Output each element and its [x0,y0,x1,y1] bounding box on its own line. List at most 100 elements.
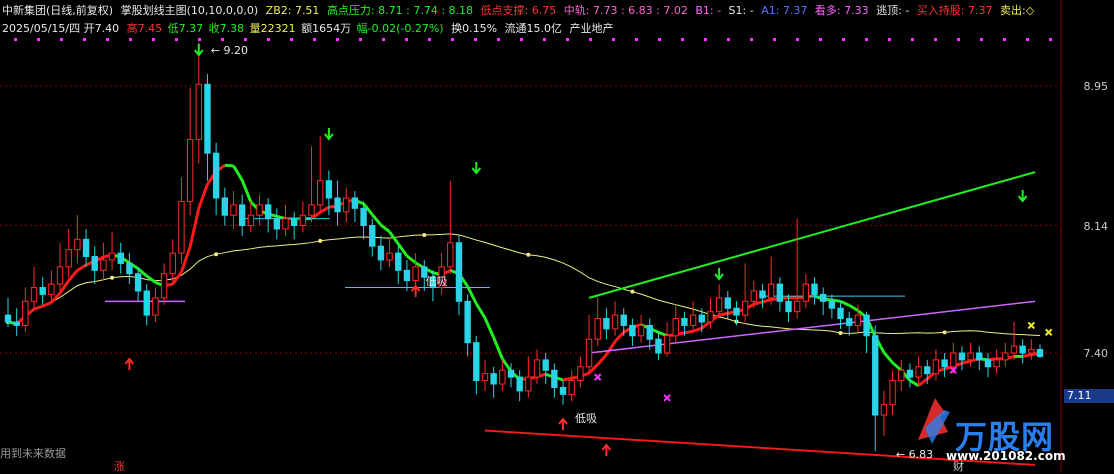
ma-rising-segment [67,269,79,282]
signal-dot [888,38,891,41]
signal-x-icon [1027,321,1036,330]
ma-falling-segment [882,351,894,364]
candle-body [91,256,98,271]
candle-body [48,283,55,295]
signal-dot [451,38,454,41]
ma-falling-segment [492,336,504,360]
candle-body [551,369,558,388]
long-ma-dot [214,252,219,257]
candle-body [499,369,506,385]
ma-falling-segment [848,304,859,312]
candle-body [585,338,593,368]
candle-body [4,314,12,323]
low-buy-label: 低吸 [426,275,448,288]
ma-falling-segment [475,302,487,319]
candle-body [820,293,827,302]
candle-body [637,324,645,337]
candle-body [360,207,367,227]
signal-dot [267,38,270,41]
ma-falling-segment [501,357,513,373]
quote-open: 开7.40 [83,22,120,35]
candle-body [317,180,324,206]
ma-rising-segment [753,300,763,306]
candle-body [369,225,376,247]
sell-arrow-icon [324,128,334,141]
sell-arrow-icon [1017,190,1028,203]
candle-body [872,335,879,416]
candle-body [230,204,237,216]
signal-x-icon [663,394,671,402]
quote-header: 2025/05/15/四 开7.40 高7.45 低7.37 收7.38 量22… [2,20,618,36]
candle-body [403,269,411,282]
candle-body [724,297,731,309]
candle-body [351,197,359,209]
candle-body [984,359,992,368]
candle-body [343,197,350,213]
ma-rising-segment [562,376,572,382]
signal-dot [198,38,201,41]
signal-dot [589,38,592,41]
candle-body [490,373,497,385]
signal-dot [796,38,799,41]
mid-track-values: 7.73 : 6.83 : 7.02 [592,4,688,17]
candle-body [1002,352,1009,361]
signal-dot [290,38,293,41]
candle-body [559,386,567,395]
signal-dot [474,38,477,41]
long-ma-dot [630,289,635,294]
signal-dot [681,38,684,41]
candle-body [126,262,133,275]
candle-body [299,214,307,227]
signal-dot [359,38,362,41]
mid-track-label: 中轨: [563,4,590,17]
indicator-header: 中新集团(日线,前复权) 掌股划线主图(10,10,0,0,0) ZB2: 7.… [2,2,1038,18]
candle-body [30,287,38,302]
long-ma-dot [110,275,115,280]
candle-body [386,252,393,261]
candle-body [1036,349,1044,357]
candle-body [169,252,176,275]
candle-body [212,152,220,199]
candle-body [22,300,29,326]
candle-body [195,83,202,140]
quote-low: 低7.37 [167,22,204,35]
candle-body [325,180,333,199]
signal-dot [543,38,546,41]
stock-name: 中新集团(日线,前复权) [2,4,114,17]
quote-date: 2025/05/15/四 [2,22,81,35]
candle-body [950,352,957,368]
ma-rising-segment [319,205,330,214]
channel-upper-line [588,171,1036,299]
signal-dot [842,38,845,41]
candle-body [793,300,801,313]
ma-rising-segment [613,331,625,343]
low-support: 低点支撑: 6.75 [480,4,557,17]
signal-dot [658,38,661,41]
candle-body [993,359,1000,368]
signal-dot [106,38,109,41]
ma-rising-segment [718,311,729,317]
future-data-note: 用到未来数据 [0,447,66,460]
candle-body [863,314,870,337]
candle-body [481,373,489,382]
signal-dot [83,38,86,41]
quote-turnover: 换0.15% [451,22,498,35]
candle-body [308,204,315,216]
candle-body [932,359,940,375]
a1-value: A1: 7.37 [761,4,808,17]
signal-dot [612,38,615,41]
candle-body [152,297,159,316]
signal-dot [704,38,707,41]
candle-body [13,321,20,326]
candle-body [100,259,107,271]
candle-body [542,359,549,371]
sell-arrow-icon [471,162,482,175]
signal-dot [980,38,983,41]
candle-body [1010,345,1018,354]
high-price-annotation: ← 9.20 [211,44,248,57]
signal-dot [1003,38,1006,41]
candle-body [767,283,775,299]
ma-rising-segment [917,377,929,387]
candle-body [273,218,281,230]
candle-body [39,287,46,295]
